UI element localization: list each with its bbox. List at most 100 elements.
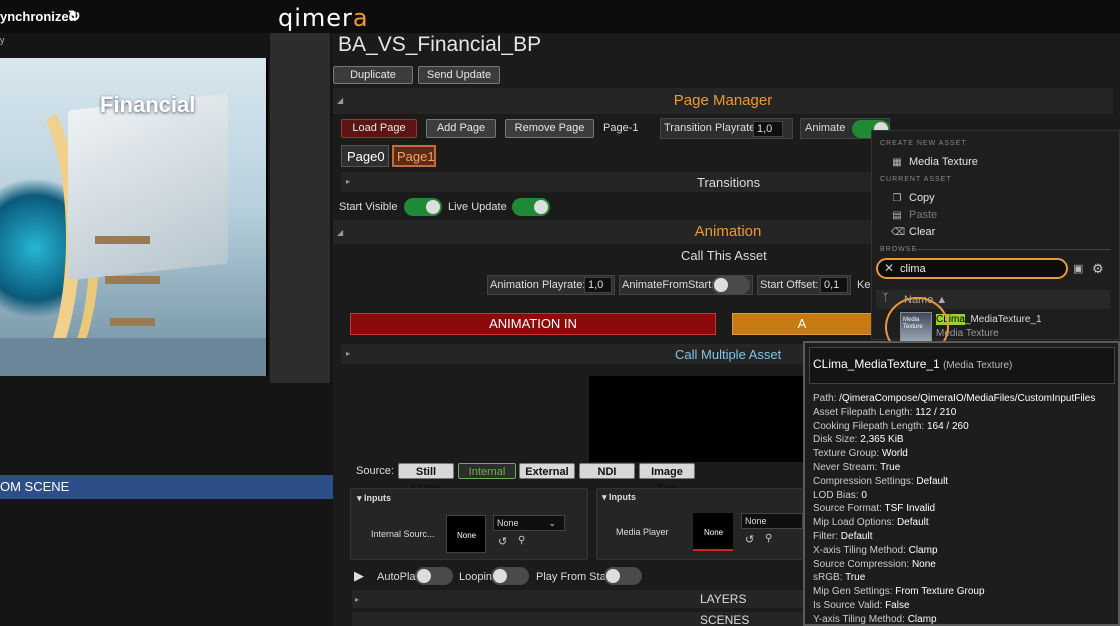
media-player-select[interactable]: None [741,513,803,529]
property-value: Clamp [908,544,938,556]
property-key: Cooking Filepath Length: [813,420,925,432]
property-value: 112 / 210 [915,406,957,418]
live-update-label: Live Update [448,201,507,213]
live-update-toggle[interactable] [512,198,550,216]
tooltip-property-row: Cooking Filepath Length: 164 / 260 [813,421,969,432]
inputs-right-header[interactable]: ▾ Inputs [602,492,636,503]
media-texture-menu-item[interactable]: ▦ Media Texture [891,156,978,168]
property-value: World [881,448,908,460]
tooltip-property-row: Disk Size: 2,365 KiB [813,434,904,445]
preview-board [68,93,228,281]
play-icon[interactable]: ▶ [354,568,364,584]
animation-in-button[interactable]: ANIMATION IN [350,313,716,335]
start-visible-label: Start Visible [339,201,398,213]
property-value: /QimeraCompose/QimeraIO/MediaFiles/Custo… [839,393,1096,404]
page0-tab[interactable]: Page0 [341,145,389,167]
chevron-down-icon: ⌄ [548,518,556,528]
autoplay-toggle[interactable] [415,567,453,585]
expand-arrow-icon[interactable]: ▸ [346,349,350,358]
branch-icon[interactable]: ᛉ [882,292,889,304]
remove-page-button[interactable]: Remove Page [505,119,594,138]
property-key: Asset Filepath Length: [813,406,913,418]
inputs-left-header[interactable]: ▾ Inputs [357,493,391,504]
create-new-asset-header: CREATE NEW ASSET [880,140,967,147]
load-page-button[interactable]: Load Page [341,119,417,138]
folder-icon[interactable]: ▣ [1073,262,1083,275]
page1-tab[interactable]: Page1 [392,145,436,167]
tooltip-property-row: sRGB: True [813,572,865,583]
start-visible-toggle[interactable] [404,198,442,216]
expand-arrow-icon[interactable]: ▸ [355,595,359,604]
tooltip-property-row: Y-axis Tiling Method: Clamp [813,614,937,625]
reset-icon[interactable]: ↺ [498,535,507,548]
preview-floor [0,338,266,376]
paste-menu-item[interactable]: ▤ Paste [891,209,937,221]
property-value: Clamp [907,613,937,625]
sync-status: ynchronized [0,9,77,24]
property-key: Mip Load Options: [813,517,895,529]
duplicate-button[interactable]: Duplicate [333,66,413,84]
autoplay-label: AutoPla [377,571,416,583]
property-key: Source Compression: [813,558,910,570]
media-player-thumbnail[interactable]: None [693,513,733,551]
scene-selected-row[interactable]: OM SCENE [0,475,333,499]
play-from-start-label: Play From Star [536,571,610,583]
reset-icon[interactable]: ↺ [745,533,754,546]
clear-menu-item[interactable]: ⌫ Clear [891,226,935,238]
source-tab-still-image[interactable]: Still Image [398,463,454,494]
source-label: Source: [356,465,394,477]
property-value: From Texture Group [895,586,985,598]
property-key: Path: [813,393,837,404]
tooltip-property-row: LOD Bias: 0 [813,490,867,501]
tooltip-property-row: Asset Filepath Length: 112 / 210 [813,407,956,418]
property-value: Default [896,517,929,529]
property-key: sRGB: [813,572,843,584]
page-manager-title: Page Manager [673,92,773,109]
preview-shelf [95,236,150,244]
refresh-icon[interactable]: ↻ [68,7,84,25]
transitions-header[interactable] [341,172,871,192]
property-key: Y-axis Tiling Method: [813,613,905,625]
add-page-button[interactable]: Add Page [426,119,496,138]
property-key: LOD Bias: [813,489,859,501]
tooltip-property-row: Is Source Valid: False [813,600,910,611]
source-tab-ndi[interactable]: NDI [579,463,635,479]
internal-source-select[interactable]: None ⌄ [493,515,565,531]
looping-toggle[interactable] [491,567,529,585]
copy-menu-item[interactable]: ❐ Copy [891,192,935,204]
preview-shelf [105,276,160,284]
tooltip-property-row: Mip Gen Settings: From Texture Group [813,586,985,597]
source-tab-external[interactable]: External [519,463,575,479]
source-tab-image-seq[interactable]: Image Seq [639,463,695,494]
property-value: TSF Invalid [884,503,936,515]
source-tab-internal[interactable]: Internal [458,463,516,479]
transition-playrate-field[interactable]: 1,0 [753,121,783,137]
animate-from-start-toggle[interactable] [712,276,750,294]
asset-search-input[interactable]: ✕ clima [876,258,1068,279]
result-name[interactable]: CLima_MediaTexture_1 [936,314,1042,325]
start-offset-field[interactable]: 0,1 [820,277,848,293]
viewport-frame [270,33,330,383]
tooltip-property-row: Filter: Default [813,531,872,542]
qimera-logo: qimera [278,4,369,32]
internal-source-thumbnail[interactable]: None [446,515,486,553]
preview-shelf [110,318,155,326]
browse-icon[interactable]: ⚲ [765,533,772,544]
animation-playrate-label: Animation Playrate: [490,279,586,291]
scenes-title: SCENES [700,613,750,626]
animation-out-button[interactable]: A [732,313,872,335]
call-multiple-header[interactable] [341,344,871,364]
close-icon[interactable]: ✕ [884,261,894,275]
expand-arrow-icon[interactable]: ▸ [346,177,350,186]
layers-title: LAYERS [700,592,747,606]
preview-viewport[interactable]: Financial [0,58,268,376]
property-key: Mip Gen Settings: [813,586,893,598]
transition-playrate-label: Transition Playrate [664,122,756,134]
browse-icon[interactable]: ⚲ [518,535,525,546]
gear-icon[interactable]: ⚙ [1092,261,1104,277]
play-from-start-toggle[interactable] [604,567,642,585]
send-update-button[interactable]: Send Update [418,66,500,84]
animation-playrate-field[interactable]: 1,0 [584,277,612,293]
tooltip-property-row: Compression Settings: Default [813,476,948,487]
tooltip-property-row: Source Format: TSF Invalid [813,503,935,514]
